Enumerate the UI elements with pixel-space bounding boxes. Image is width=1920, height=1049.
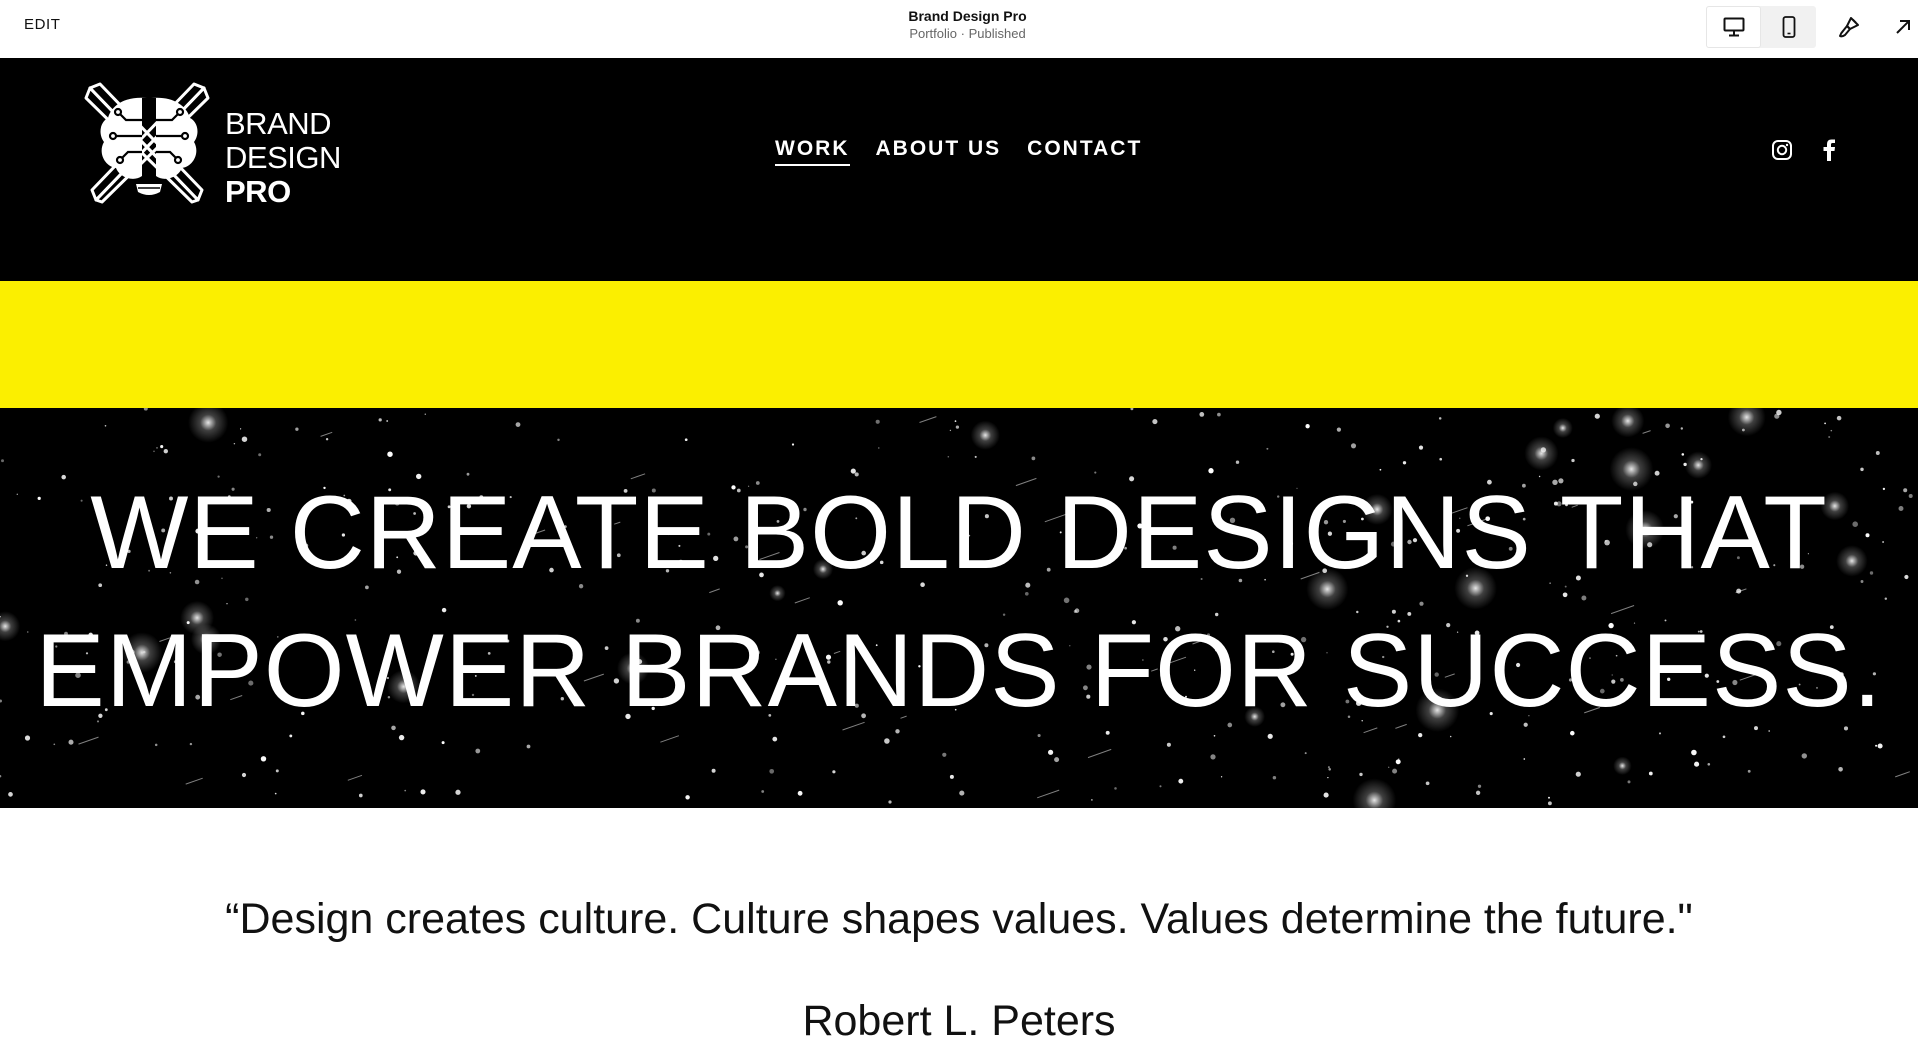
logo-line-1: BRAND [225, 106, 332, 141]
site-header: BRAND DESIGN PRO WORK ABOUT US CONTACT [0, 58, 1918, 281]
site-meta: Brand Design Pro Portfolio · Published [0, 7, 1920, 42]
instagram-icon [1772, 140, 1792, 160]
logo-text: BRAND DESIGN PRO [225, 107, 341, 209]
brain-pencil-logo [84, 82, 210, 204]
hero-line-1: WE CREATE BOLD DESIGNS THAT [90, 475, 1828, 591]
desktop-view-button[interactable] [1706, 6, 1761, 48]
hero-heading: WE CREATE BOLD DESIGNS THAT EMPOWER BRAN… [0, 464, 1918, 740]
nav-link-contact[interactable]: CONTACT [1027, 137, 1142, 166]
hero-line-2: EMPOWER BRANDS FOR SUCCESS. [35, 613, 1883, 729]
facebook-link[interactable] [1817, 138, 1841, 162]
logo-line-3: PRO [225, 174, 291, 209]
quote-text: “Design creates culture. Culture shapes … [225, 895, 1693, 943]
facebook-icon [1823, 139, 1835, 161]
accent-band [0, 281, 1918, 408]
open-site-button[interactable] [1886, 10, 1920, 44]
hero-section: WE CREATE BOLD DESIGNS THAT EMPOWER BRAN… [0, 408, 1918, 808]
paintbrush-icon [1839, 17, 1859, 38]
nav-link-about-us[interactable]: ABOUT US [876, 137, 1002, 166]
logo-line-2: DESIGN [225, 140, 341, 175]
quote-author: Robert L. Peters [802, 997, 1116, 1045]
instagram-link[interactable] [1770, 138, 1794, 162]
main-nav: WORK ABOUT US CONTACT [775, 137, 1142, 166]
design-button[interactable] [1832, 10, 1866, 44]
site-logo[interactable]: BRAND DESIGN PRO [82, 80, 352, 210]
site-title: Brand Design Pro [908, 8, 1027, 24]
device-toggle [1706, 6, 1816, 48]
nav-link-work[interactable]: WORK [775, 137, 850, 166]
site-status: Portfolio · Published [909, 26, 1026, 41]
editor-top-bar: EDIT Brand Design Pro Portfolio · Publis… [0, 0, 1920, 58]
desktop-icon [1723, 17, 1744, 37]
mobile-icon [1782, 16, 1795, 38]
mobile-view-button[interactable] [1761, 6, 1816, 48]
open-external-icon [1896, 20, 1910, 34]
